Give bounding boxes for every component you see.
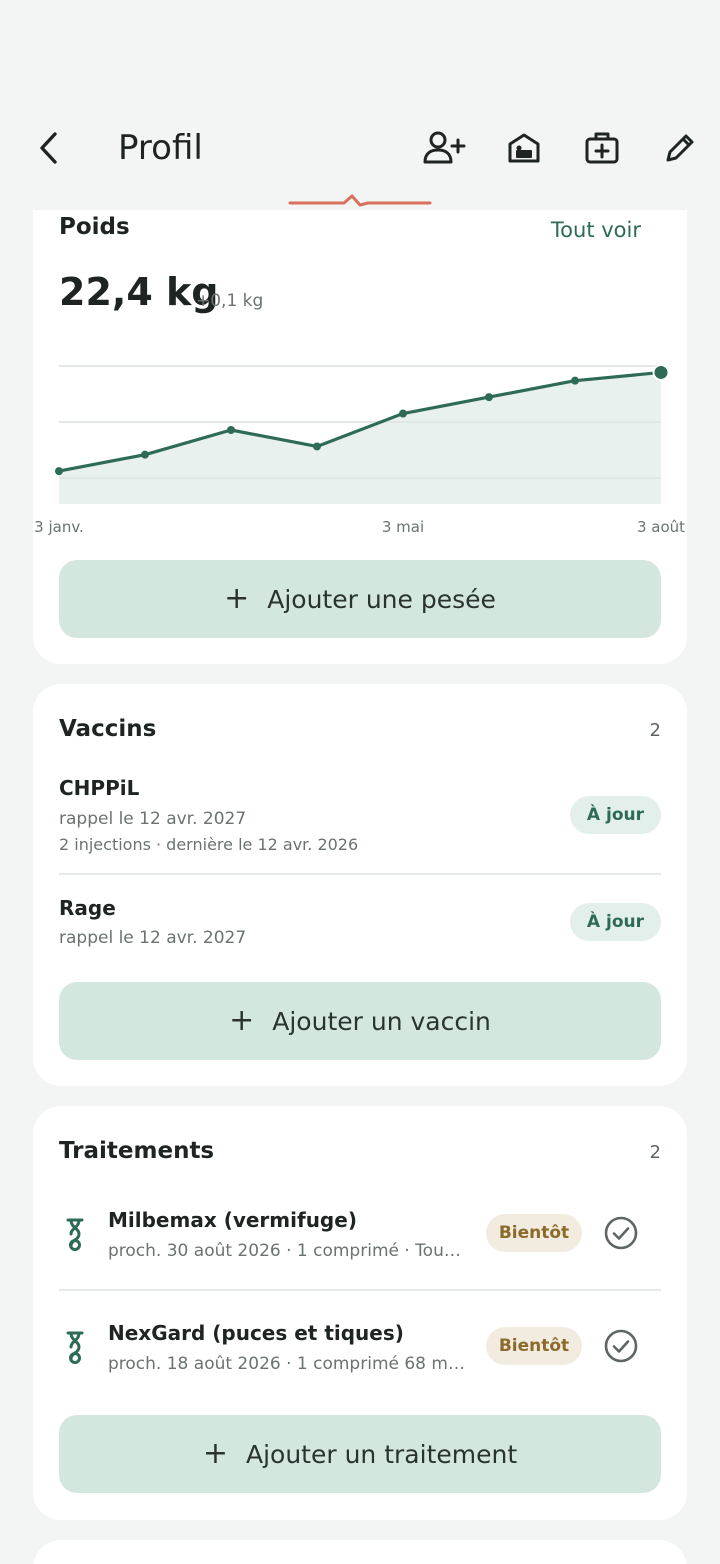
chart-point	[485, 393, 493, 402]
treatment-next: proch. 18 août 2026 · 1 comprimé 68 m…	[108, 1354, 465, 1374]
weight-delta: +0,1 kg	[196, 291, 264, 311]
medical-button[interactable]	[578, 124, 626, 172]
add-vaccine-label: Ajouter un vaccin	[272, 1006, 491, 1036]
edit-button[interactable]	[656, 124, 704, 172]
vaccines-count: 2	[649, 720, 661, 741]
chart-point	[571, 376, 579, 385]
divider	[59, 1289, 661, 1291]
medical-kit-icon	[585, 132, 619, 164]
add-weighing-button[interactable]: + Ajouter une pesée	[59, 560, 661, 638]
chart-point	[227, 426, 235, 434]
chart-point	[55, 467, 63, 476]
weight-chart: 3 janv. 3 mai 3 août	[34, 363, 685, 536]
back-icon	[40, 132, 57, 164]
plus-icon: +	[202, 1436, 228, 1471]
add-treatment-label: Ajouter un traitement	[245, 1439, 518, 1469]
status-badge: À jour	[569, 796, 661, 834]
next-card	[33, 1540, 687, 1564]
weight-card: Poids Tout voir 22,4 kg +0,1 kg 3 janv. 3…	[33, 176, 687, 664]
add-weighing-label: Ajouter une pesée	[267, 584, 496, 614]
see-all-link[interactable]: Tout voir	[551, 218, 641, 242]
treatment-next: proch. 30 août 2026 · 1 comprimé · Tou…	[108, 1241, 461, 1261]
add-vaccine-button[interactable]: + Ajouter un vaccin	[59, 982, 661, 1060]
back-button[interactable]	[28, 124, 68, 172]
pull-indicator	[288, 194, 432, 207]
check-circle-icon[interactable]	[603, 1328, 639, 1364]
divider	[59, 873, 661, 875]
vaccine-recall: rappel le 12 avr. 2027	[59, 809, 247, 829]
chart-point	[141, 450, 149, 459]
chart-point	[399, 409, 407, 418]
add-person-icon	[423, 131, 466, 164]
status-badge: Bientôt	[486, 1214, 582, 1252]
dropper-icon	[66, 1218, 84, 1251]
weight-title: Poids	[59, 214, 130, 240]
chart-point	[652, 363, 670, 381]
vaccine-recall: rappel le 12 avr. 2027	[59, 928, 247, 948]
status-badge: À jour	[569, 903, 661, 941]
vaccine-name: CHPPiL	[59, 776, 140, 800]
plus-icon: +	[224, 581, 250, 616]
chart-area	[59, 372, 661, 504]
vaccines-title: Vaccins	[59, 716, 157, 742]
weight-value: 22,4 kg	[59, 270, 219, 314]
add-treatment-button[interactable]: + Ajouter un traitement	[59, 1415, 661, 1493]
page-title: Profil	[118, 128, 203, 168]
top-app-bar: Profil	[0, 0, 720, 210]
check-circle-icon[interactable]	[603, 1215, 639, 1251]
dropper-icon	[66, 1331, 84, 1364]
treatments-title: Traitements	[59, 1138, 215, 1164]
edit-icon	[666, 134, 694, 162]
treatment-name: Milbemax (vermifuge)	[108, 1208, 357, 1232]
chart-point	[313, 442, 321, 451]
x-tick-label: 3 août	[637, 518, 685, 536]
plus-icon: +	[229, 1003, 255, 1038]
kennel-icon	[508, 133, 540, 163]
x-tick-label: 3 janv.	[34, 518, 84, 536]
treatments-count: 2	[649, 1142, 661, 1163]
vaccine-injections: 2 injections · dernière le 12 avr. 2026	[59, 835, 359, 854]
treatment-name: NexGard (puces et tiques)	[108, 1321, 404, 1345]
treatments-card: Traitements 2 Milbemax (vermifuge) proch…	[33, 1106, 687, 1520]
add-person-button[interactable]	[420, 124, 468, 172]
vaccine-name: Rage	[59, 896, 116, 920]
x-tick-label: 3 mai	[382, 518, 424, 536]
kennel-button[interactable]	[500, 124, 548, 172]
status-badge: Bientôt	[486, 1327, 582, 1365]
vaccines-card: Vaccins 2 CHPPiL rappel le 12 avr. 2027 …	[33, 684, 687, 1086]
